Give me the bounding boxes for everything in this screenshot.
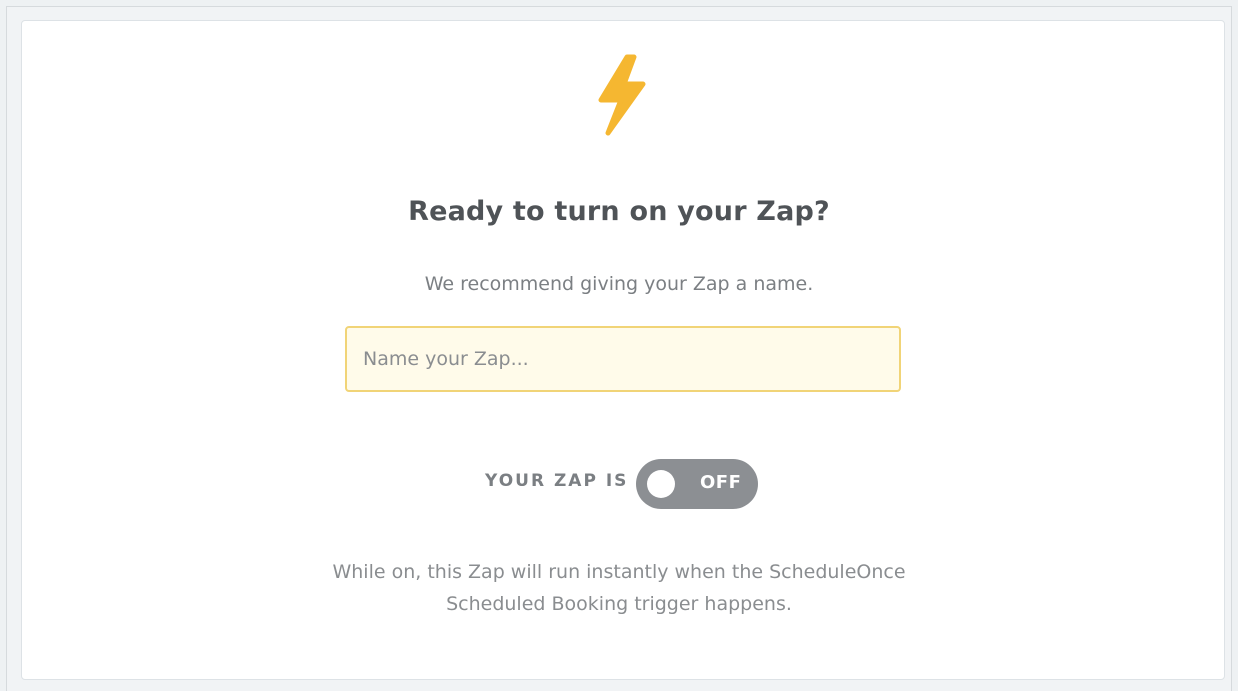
zap-name-input[interactable] [345,326,901,392]
toggle-state-text: OFF [700,472,742,493]
lightning-bolt-icon [598,54,646,136]
description-line-2: Scheduled Booking trigger happens. [446,593,792,615]
zap-status-label: YOUR ZAP IS [485,471,629,491]
zap-behavior-description: While on, this Zap will run instantly wh… [0,556,1238,620]
toggle-knob [647,470,675,498]
page-title: Ready to turn on your Zap? [408,196,830,227]
name-recommendation-text: We recommend giving your Zap a name. [424,273,814,295]
zap-on-off-toggle[interactable]: OFF [636,459,758,509]
description-line-1: While on, this Zap will run instantly wh… [332,561,906,583]
